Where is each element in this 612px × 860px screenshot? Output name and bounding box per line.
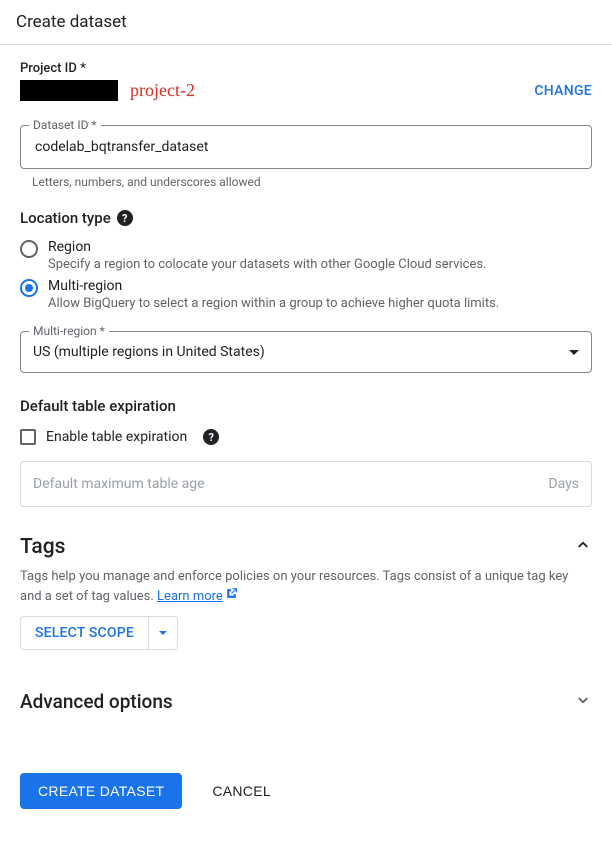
- cancel-button[interactable]: CANCEL: [206, 782, 277, 800]
- tags-header[interactable]: Tags: [20, 535, 592, 559]
- radio-region-title: Region: [48, 239, 486, 255]
- tags-title: Tags: [20, 535, 65, 559]
- location-type-label: Location type ?: [20, 209, 592, 227]
- help-icon[interactable]: ?: [117, 210, 133, 226]
- dropdown-arrow-icon: [159, 631, 167, 635]
- dataset-id-input[interactable]: [33, 138, 579, 156]
- dataset-id-helper: Letters, numbers, and underscores allowe…: [32, 175, 592, 189]
- project-id-redacted: [20, 80, 118, 101]
- multi-region-floating-label: Multi-region *: [29, 324, 109, 338]
- max-table-age-placeholder: Default maximum table age: [33, 476, 205, 492]
- dialog-title: Create dataset: [16, 12, 127, 32]
- select-scope-dropdown[interactable]: [148, 617, 177, 649]
- learn-more-link[interactable]: Learn more: [157, 589, 223, 604]
- external-link-icon: [225, 587, 238, 607]
- radio-multi-region-desc: Allow BigQuery to select a region within…: [48, 296, 499, 311]
- radio-dot-icon: [25, 284, 33, 292]
- radio-multi-region[interactable]: [20, 279, 38, 297]
- tags-description: Tags help you manage and enforce policie…: [20, 567, 592, 606]
- project-id-label: Project ID *: [20, 61, 592, 76]
- expiration-heading: Default table expiration: [20, 397, 592, 415]
- advanced-options-title: Advanced options: [20, 690, 173, 713]
- radio-multi-region-title: Multi-region: [48, 278, 499, 294]
- advanced-options-header[interactable]: Advanced options: [20, 690, 592, 713]
- enable-expiration-checkbox[interactable]: [20, 429, 36, 445]
- dialog-header: Create dataset: [0, 0, 612, 45]
- project-annotation: project-2: [130, 80, 195, 101]
- select-scope-button[interactable]: SELECT SCOPE: [21, 617, 148, 649]
- help-icon[interactable]: ?: [203, 429, 219, 445]
- radio-region[interactable]: [20, 240, 38, 258]
- max-table-age-unit: Days: [548, 476, 579, 492]
- multi-region-select[interactable]: Multi-region * US (multiple regions in U…: [20, 331, 592, 373]
- max-table-age-field: Default maximum table age Days: [20, 461, 592, 507]
- radio-region-desc: Specify a region to colocate your datase…: [48, 257, 486, 272]
- dataset-id-floating-label: Dataset ID *: [29, 118, 101, 132]
- multi-region-value: US (multiple regions in United States): [33, 344, 265, 360]
- change-project-button[interactable]: CHANGE: [534, 83, 592, 99]
- dataset-id-field[interactable]: Dataset ID *: [20, 125, 592, 169]
- select-scope-split-button: SELECT SCOPE: [20, 616, 178, 650]
- create-dataset-button[interactable]: CREATE DATASET: [20, 773, 182, 809]
- dropdown-arrow-icon: [569, 350, 579, 355]
- chevron-down-icon: [574, 691, 592, 713]
- enable-expiration-label: Enable table expiration: [46, 429, 187, 445]
- chevron-up-icon: [574, 536, 592, 558]
